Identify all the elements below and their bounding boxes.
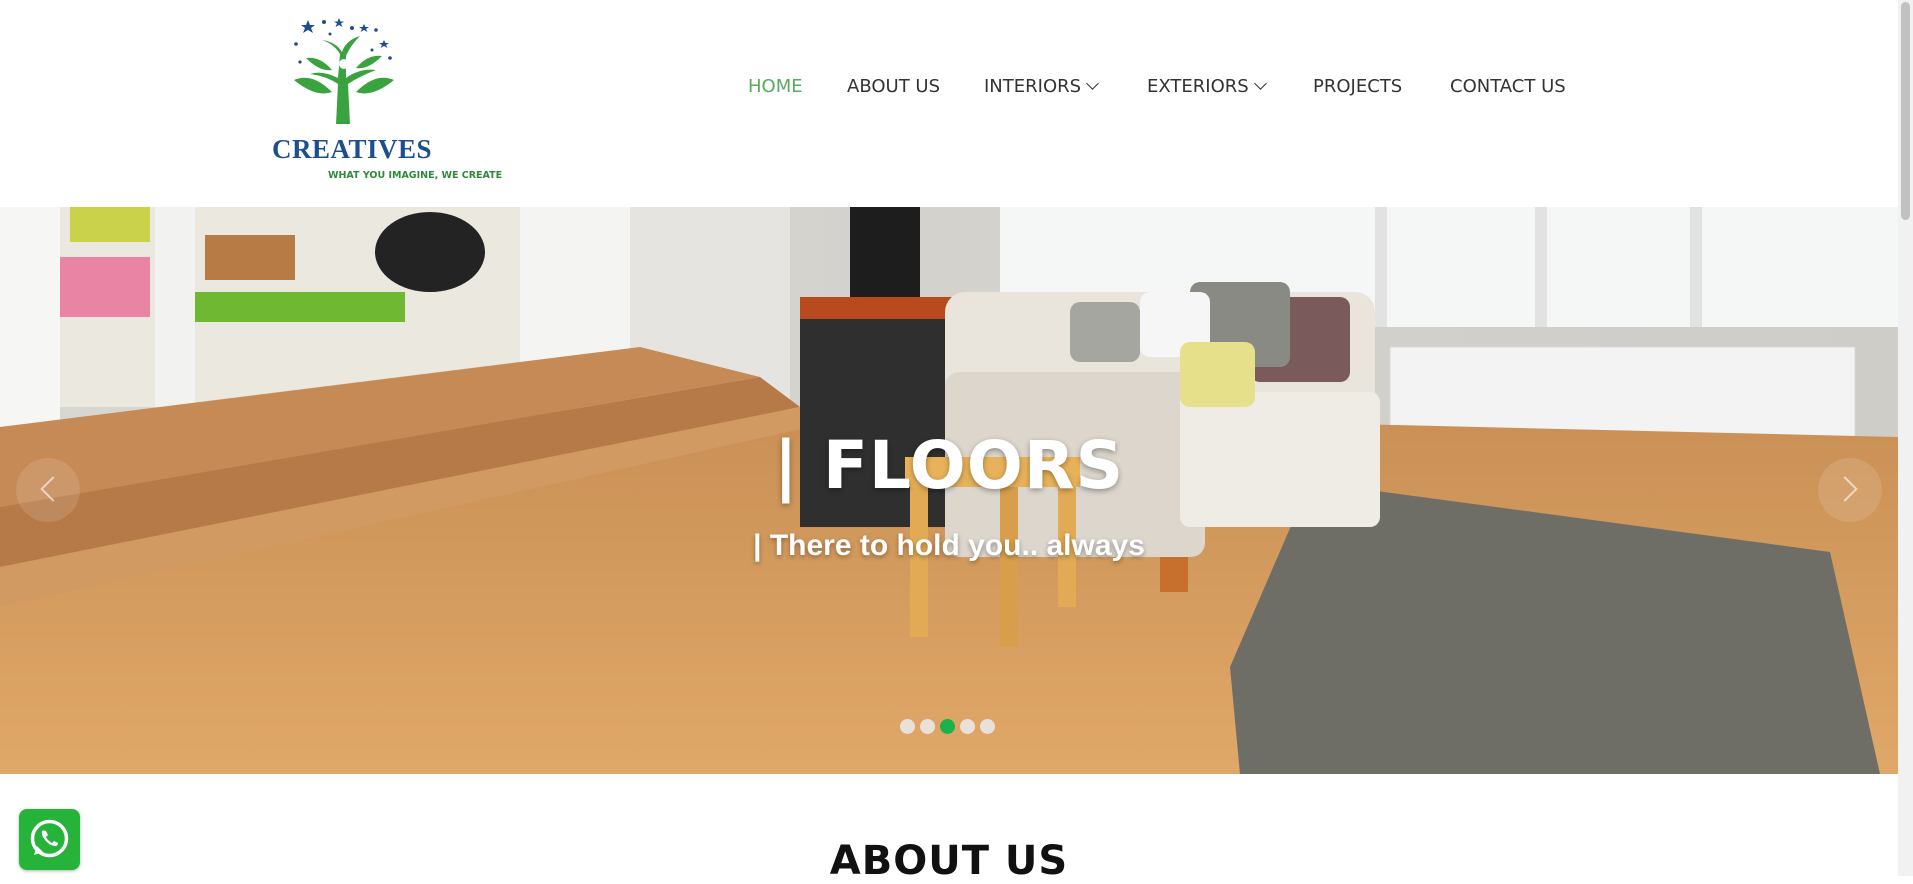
nav-exteriors-label: EXTERIORS — [1147, 76, 1249, 97]
nav-home-label: HOME — [748, 76, 803, 97]
nav-about-us[interactable]: ABOUT US — [847, 76, 940, 97]
nav-contact-us-label: CONTACT US — [1450, 76, 1566, 97]
chevron-right-icon — [1832, 476, 1858, 502]
chevron-left-icon — [40, 476, 66, 502]
whatsapp-button[interactable] — [19, 809, 80, 870]
slider-dot-2[interactable] — [920, 719, 935, 734]
chevron-down-icon — [1253, 77, 1267, 90]
hero-slider: | FLOORS | There to hold you.. always — [0, 207, 1898, 774]
nav-interiors-label: INTERIORS — [984, 76, 1082, 97]
brand-name: CREATIVES — [272, 134, 433, 164]
site-header: CREATIVES WHAT YOU IMAGINE, WE CREATE HO… — [0, 0, 1898, 207]
tree-logo-icon — [294, 18, 394, 124]
nav-interiors[interactable]: INTERIORS — [984, 76, 1099, 97]
slider-dot-4[interactable] — [960, 719, 975, 734]
nav-exteriors[interactable]: EXTERIORS — [1147, 76, 1267, 97]
nav-contact-us[interactable]: CONTACT US — [1450, 76, 1566, 97]
slider-dot-3[interactable] — [940, 719, 955, 734]
page-scrollbar[interactable] — [1898, 0, 1913, 876]
whatsapp-icon — [30, 819, 69, 858]
about-section-title: ABOUT US — [829, 838, 1069, 884]
chevron-down-icon — [1086, 77, 1099, 90]
hero-subtitle: | There to hold you.. always — [753, 529, 1145, 562]
slider-dot-1[interactable] — [900, 719, 915, 734]
slider-dot-5[interactable] — [980, 719, 995, 734]
nav-about-us-label: ABOUT US — [847, 76, 941, 97]
nav-projects-label: PROJECTS — [1313, 76, 1403, 97]
site-logo[interactable]: CREATIVES WHAT YOU IMAGINE, WE CREATE — [272, 14, 502, 184]
slider-next-arrow[interactable] — [1818, 458, 1882, 522]
brand-tagline: WHAT YOU IMAGINE, WE CREATE — [328, 170, 503, 181]
nav-projects[interactable]: PROJECTS — [1313, 76, 1402, 97]
nav-home[interactable]: HOME — [748, 76, 803, 97]
slider-prev-arrow[interactable] — [16, 458, 80, 522]
scrollbar-thumb[interactable] — [1901, 2, 1910, 220]
hero-title: | FLOORS — [773, 427, 1125, 504]
